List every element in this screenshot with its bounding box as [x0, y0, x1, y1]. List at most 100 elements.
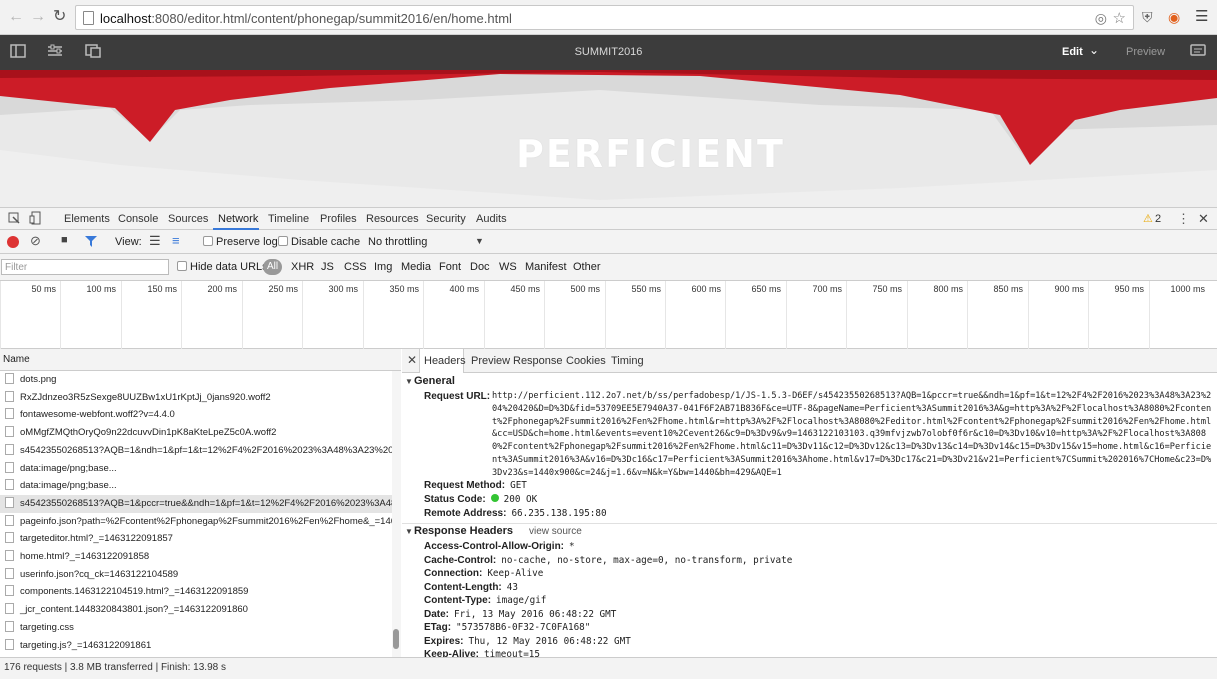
list-item[interactable]: targeting.css [0, 619, 392, 637]
preview-button[interactable]: Preview [1126, 46, 1165, 58]
more-menu-icon[interactable]: ⋮ [1177, 211, 1190, 227]
throttling-select[interactable]: No throttling [368, 236, 427, 248]
reload-icon[interactable]: ↻ [53, 8, 66, 26]
timeline-tick: 250 ms [242, 281, 302, 349]
side-panel-icon[interactable] [10, 44, 26, 58]
tab-headers[interactable]: Headers [424, 355, 466, 367]
url-text[interactable]: localhost:8080/editor.html/content/phone… [100, 11, 512, 26]
timeline-tick-label: 400 ms [449, 284, 479, 294]
tab-network[interactable]: Network [218, 213, 258, 225]
list-item[interactable]: data:image/png;base... [0, 460, 392, 478]
filter-icon[interactable] [85, 236, 97, 247]
forward-icon[interactable]: → [30, 8, 46, 26]
list-item[interactable]: data:image/png;base... [0, 477, 392, 495]
extension-shield-icon[interactable]: ⛨ [1142, 9, 1153, 25]
tab-timing[interactable]: Timing [611, 355, 644, 367]
remote-address: Remote Address: 66.235.138.195:80 [424, 508, 607, 519]
filter-media[interactable]: Media [401, 261, 431, 273]
warning-count[interactable]: 2 [1155, 213, 1161, 225]
location-icon[interactable]: ◎ [1095, 10, 1107, 27]
timeline-tick: 300 ms [302, 281, 362, 349]
list-item[interactable]: components.1463122104519.html?_=14631220… [0, 583, 392, 601]
list-item[interactable]: home.html?_=1463122091858 [0, 548, 392, 566]
tab-preview[interactable]: Preview [471, 355, 510, 367]
filter-font[interactable]: Font [439, 261, 461, 273]
list-item[interactable]: s45423550268513?AQB=1&ndh=1&pf=1&t=12%2F… [0, 442, 392, 460]
filter-manifest[interactable]: Manifest [525, 261, 567, 273]
device-mode-icon[interactable] [29, 211, 41, 225]
tab-console[interactable]: Console [118, 213, 158, 225]
header-key: ETag: [424, 622, 452, 633]
tab-elements[interactable]: Elements [64, 213, 110, 225]
list-item[interactable]: RxZJdnzeo3R5zSexge8UUZBw1xU1rKptJj_0jans… [0, 389, 392, 407]
general-section-title[interactable]: General [414, 375, 455, 387]
scrollbar[interactable] [392, 371, 401, 657]
emulator-icon[interactable] [85, 44, 101, 58]
list-item[interactable]: fontawesome-webfont.woff2?v=4.4.0 [0, 406, 392, 424]
clear-icon[interactable]: ⊘ [30, 233, 41, 249]
filter-other[interactable]: Other [573, 261, 601, 273]
dropdown-arrow-icon[interactable]: ▼ [475, 236, 484, 246]
tab-profiles[interactable]: Profiles [320, 213, 357, 225]
list-item[interactable]: dots.png [0, 371, 392, 389]
filter-xhr[interactable]: XHR [291, 261, 314, 273]
tab-security[interactable]: Security [426, 213, 466, 225]
request-name: data:image/png;base... [20, 462, 117, 474]
tab-audits[interactable]: Audits [476, 213, 507, 225]
close-detail-icon[interactable]: ✕ [407, 353, 417, 367]
tab-timeline[interactable]: Timeline [268, 213, 309, 225]
list-item[interactable]: targeteditor.html?_=1463122091857 [0, 530, 392, 548]
warning-icon[interactable]: ⚠ [1143, 212, 1153, 225]
inspect-element-icon[interactable] [8, 212, 20, 224]
timeline-tick-label: 750 ms [872, 284, 902, 294]
preserve-log-checkbox[interactable]: Preserve log [203, 236, 278, 248]
annotate-icon[interactable] [1190, 44, 1206, 58]
filter-doc[interactable]: Doc [470, 261, 490, 273]
request-name: targeting.js?_=1463122091861 [20, 639, 152, 651]
tab-cookies[interactable]: Cookies [566, 355, 606, 367]
timeline-tick-label: 900 ms [1054, 284, 1084, 294]
tab-response[interactable]: Response [513, 355, 563, 367]
edit-mode-button[interactable]: Edit [1062, 46, 1083, 58]
extension-icon[interactable]: ◉ [1168, 9, 1180, 25]
bookmark-star-icon[interactable]: ☆ [1113, 9, 1126, 27]
scrollbar-thumb[interactable] [393, 629, 399, 649]
name-column-header[interactable]: Name [0, 349, 401, 371]
record-icon[interactable] [7, 236, 19, 248]
filter-img[interactable]: Img [374, 261, 392, 273]
request-name: targeteditor.html?_=1463122091857 [20, 533, 173, 545]
hide-data-urls-checkbox[interactable]: Hide data URLs [177, 261, 268, 273]
list-item[interactable]: s45423550268513?AQB=1&pccr=true&&ndh=1&p… [0, 494, 392, 513]
collapse-general-icon[interactable]: ▼ [405, 377, 413, 386]
filter-js[interactable]: JS [321, 261, 334, 273]
back-icon[interactable]: ← [8, 8, 24, 26]
view-source-link[interactable]: view source [529, 526, 582, 537]
filter-input[interactable]: Filter [1, 259, 169, 275]
address-bar[interactable]: localhost:8080/editor.html/content/phone… [75, 5, 1134, 30]
list-item[interactable]: _jcr_content.1448320843801.json?_=146312… [0, 601, 392, 619]
list-item[interactable]: userinfo.json?cq_ck=1463122104589 [0, 566, 392, 584]
tab-resources[interactable]: Resources [366, 213, 419, 225]
collapse-response-headers-icon[interactable]: ▼ [405, 527, 413, 536]
close-devtools-icon[interactable]: ✕ [1198, 211, 1209, 227]
response-header-row: Content-Type: image/gif [424, 595, 546, 606]
overview-icon[interactable]: ≡ [172, 233, 180, 248]
response-headers-title[interactable]: Response Headers [414, 525, 513, 537]
menu-icon[interactable]: ☰ [1195, 9, 1208, 25]
chevron-down-icon[interactable]: ⌄ [1089, 43, 1099, 57]
filter-css[interactable]: CSS [344, 261, 367, 273]
filter-all[interactable]: All [263, 259, 283, 275]
properties-icon[interactable] [47, 44, 63, 58]
tab-sources[interactable]: Sources [168, 213, 208, 225]
timeline-tick: 850 ms [967, 281, 1027, 349]
large-rows-icon[interactable]: ☰ [149, 233, 161, 249]
list-item[interactable]: oMMgfZMQthOryQo9n22dcuvvDin1pK8aKteLpeZ5… [0, 424, 392, 442]
timeline-overview[interactable]: 50 ms 100 ms 150 ms 200 ms 250 ms 300 ms 350 m… [0, 281, 1217, 349]
list-item[interactable]: pageinfo.json?path=%2Fcontent%2Fphonegap… [0, 513, 392, 531]
header-value: 43 [506, 581, 518, 593]
capture-screenshots-icon[interactable]: ■ [61, 234, 68, 246]
list-item[interactable]: targeting.js?_=1463122091861 [0, 637, 392, 655]
disable-cache-checkbox[interactable]: Disable cache [278, 236, 360, 248]
filter-ws[interactable]: WS [499, 261, 517, 273]
request-name: fontawesome-webfont.woff2?v=4.4.0 [20, 409, 175, 421]
